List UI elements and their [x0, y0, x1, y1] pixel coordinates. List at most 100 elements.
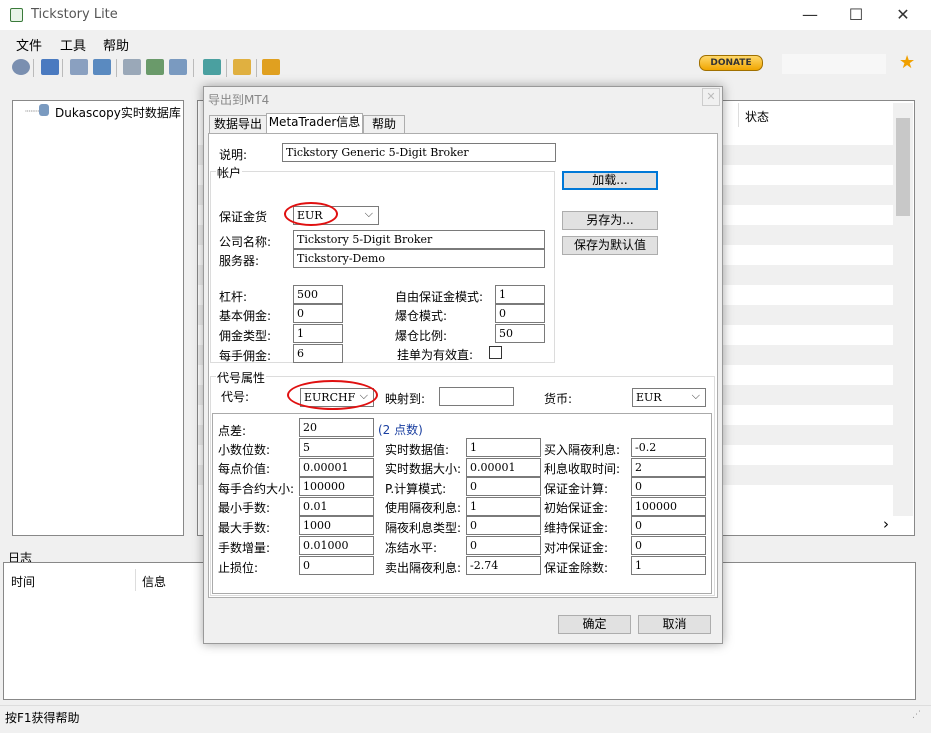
profit-calc-mode-label: P.计算模式: — [385, 482, 447, 496]
max-lot-field[interactable]: 1000 — [299, 516, 374, 535]
status-text: 按F1获得帮助 — [5, 711, 80, 725]
load-button[interactable]: 加载... — [562, 171, 658, 190]
hedged-margin-field[interactable]: 0 — [631, 536, 706, 555]
leverage-label: 杠杆: — [219, 290, 248, 304]
commission-type-field[interactable]: 1 — [293, 324, 343, 343]
log-col-info[interactable]: 信息 — [142, 573, 166, 590]
menu-bar: 文件 工具 帮助 — [0, 32, 931, 54]
menu-file[interactable]: 文件 — [16, 35, 42, 54]
hedged-margin-label: 对冲保证金: — [544, 541, 609, 555]
use-swap-label: 使用隔夜利息: — [385, 501, 462, 515]
maintenance-margin-field[interactable]: 0 — [631, 516, 706, 535]
red-annotation-circle — [284, 202, 338, 226]
company-label: 公司名称: — [219, 235, 272, 249]
lot-commission-field[interactable]: 6 — [293, 344, 343, 363]
document-icon[interactable] — [123, 59, 141, 75]
swap-short-field[interactable]: -2.74 — [466, 556, 541, 575]
tab-help[interactable]: 帮助 — [363, 115, 405, 134]
cancel-button[interactable]: 取消 — [638, 615, 711, 634]
star-icon[interactable]: ★ — [899, 52, 915, 73]
margin-divider-label: 保证金除数: — [544, 561, 609, 575]
digits-field[interactable]: 5 — [299, 438, 374, 457]
swap-long-label: 买入隔夜利息: — [544, 443, 621, 457]
database-icon[interactable] — [41, 59, 59, 75]
min-lot-label: 最小手数: — [218, 501, 271, 515]
close-button[interactable]: ✕ — [883, 4, 923, 26]
column-header-status[interactable]: 状态 — [745, 108, 769, 125]
use-swap-field[interactable]: 1 — [466, 497, 541, 516]
tick-size-field[interactable]: 0.00001 — [466, 458, 541, 477]
settings-icon[interactable] — [12, 59, 30, 75]
swap-type-field[interactable]: 0 — [466, 516, 541, 535]
contract-size-field[interactable]: 100000 — [299, 477, 374, 496]
point-value-label: 每点价值: — [218, 462, 271, 476]
menu-help[interactable]: 帮助 — [103, 35, 129, 54]
scrollbar-thumb[interactable] — [896, 118, 910, 216]
free-margin-mode-field[interactable]: 1 — [495, 285, 545, 304]
ok-button[interactable]: 确定 — [558, 615, 631, 634]
swap-rollover-field[interactable]: 2 — [631, 458, 706, 477]
symbol-label: 代号: — [221, 390, 250, 404]
maintenance-margin-label: 维持保证金: — [544, 521, 609, 535]
chart-icon[interactable] — [146, 59, 164, 75]
map-to-field[interactable] — [439, 387, 514, 406]
title-bar: Tickstory Lite — ☐ ✕ — [0, 0, 931, 30]
tick-value-field[interactable]: 1 — [466, 438, 541, 457]
spread-field[interactable]: 20 — [299, 418, 374, 437]
resize-grip-icon[interactable]: ⋰ — [912, 710, 921, 720]
maximize-button[interactable]: ☐ — [836, 4, 876, 26]
stopout-ratio-label: 爆仓比例: — [395, 329, 448, 343]
table-icon[interactable] — [169, 59, 187, 75]
swap-type-label: 隔夜利息类型: — [385, 521, 462, 535]
stop-level-label: 止损位: — [218, 561, 259, 575]
stopout-ratio-field[interactable]: 50 — [495, 324, 545, 343]
pending-valid-label: 挂单为有效直: — [397, 348, 474, 362]
import-icon[interactable] — [93, 59, 111, 75]
log-col-time[interactable]: 时间 — [11, 573, 35, 590]
edit-icon[interactable] — [233, 59, 251, 75]
digits-label: 小数位数: — [218, 443, 271, 457]
tab-metatrader-info[interactable]: MetaTrader信息 — [266, 113, 363, 133]
base-commission-label: 基本佣金: — [219, 309, 272, 323]
tab-data-export[interactable]: 数据导出 — [209, 115, 267, 134]
currency-select[interactable]: EUR — [632, 388, 706, 407]
refresh-icon[interactable] — [203, 59, 221, 75]
description-field[interactable]: Tickstory Generic 5-Digit Broker — [282, 143, 556, 162]
save-as-button[interactable]: 另存为... — [562, 211, 658, 230]
donate-button[interactable]: DONATE — [699, 55, 763, 71]
lot-step-field[interactable]: 0.01000 — [299, 536, 374, 555]
company-field[interactable]: Tickstory 5-Digit Broker — [293, 230, 545, 249]
min-lot-field[interactable]: 0.01 — [299, 497, 374, 516]
tree-root[interactable]: Dukascopy实时数据库 — [55, 104, 181, 121]
base-commission-field[interactable]: 0 — [293, 304, 343, 323]
margin-divider-field[interactable]: 1 — [631, 556, 706, 575]
swap-long-field[interactable]: -0.2 — [631, 438, 706, 457]
margin-calc-field[interactable]: 0 — [631, 477, 706, 496]
stopout-mode-field[interactable]: 0 — [495, 304, 545, 323]
scroll-right-arrow[interactable]: › — [883, 515, 889, 533]
lock-icon[interactable] — [262, 59, 280, 75]
export-icon[interactable] — [70, 59, 88, 75]
menu-tools[interactable]: 工具 — [60, 35, 86, 54]
stopout-mode-label: 爆仓模式: — [395, 309, 448, 323]
database-icon — [39, 104, 49, 116]
contract-size-label: 每手合约大小: — [218, 482, 295, 496]
pending-valid-checkbox[interactable] — [489, 346, 502, 359]
stop-level-field[interactable]: 0 — [299, 556, 374, 575]
point-value-field[interactable]: 0.00001 — [299, 458, 374, 477]
leverage-field[interactable]: 500 — [293, 285, 343, 304]
tick-value-label: 实时数据值: — [385, 443, 450, 457]
server-field[interactable]: Tickstory-Demo — [293, 249, 545, 268]
profit-calc-mode-field[interactable]: 0 — [466, 477, 541, 496]
margin-calc-label: 保证金计算: — [544, 482, 609, 496]
minimize-button[interactable]: — — [790, 4, 830, 26]
save-default-button[interactable]: 保存为默认值 — [562, 236, 658, 255]
max-lot-label: 最大手数: — [218, 521, 271, 535]
dialog-close-button[interactable]: ✕ — [702, 88, 720, 106]
initial-margin-field[interactable]: 100000 — [631, 497, 706, 516]
lot-step-label: 手数增量: — [218, 541, 271, 555]
commission-type-label: 佣金类型: — [219, 329, 272, 343]
freeze-level-field[interactable]: 0 — [466, 536, 541, 555]
toolbar-separator — [256, 59, 257, 77]
currency-label: 货币: — [544, 392, 573, 406]
